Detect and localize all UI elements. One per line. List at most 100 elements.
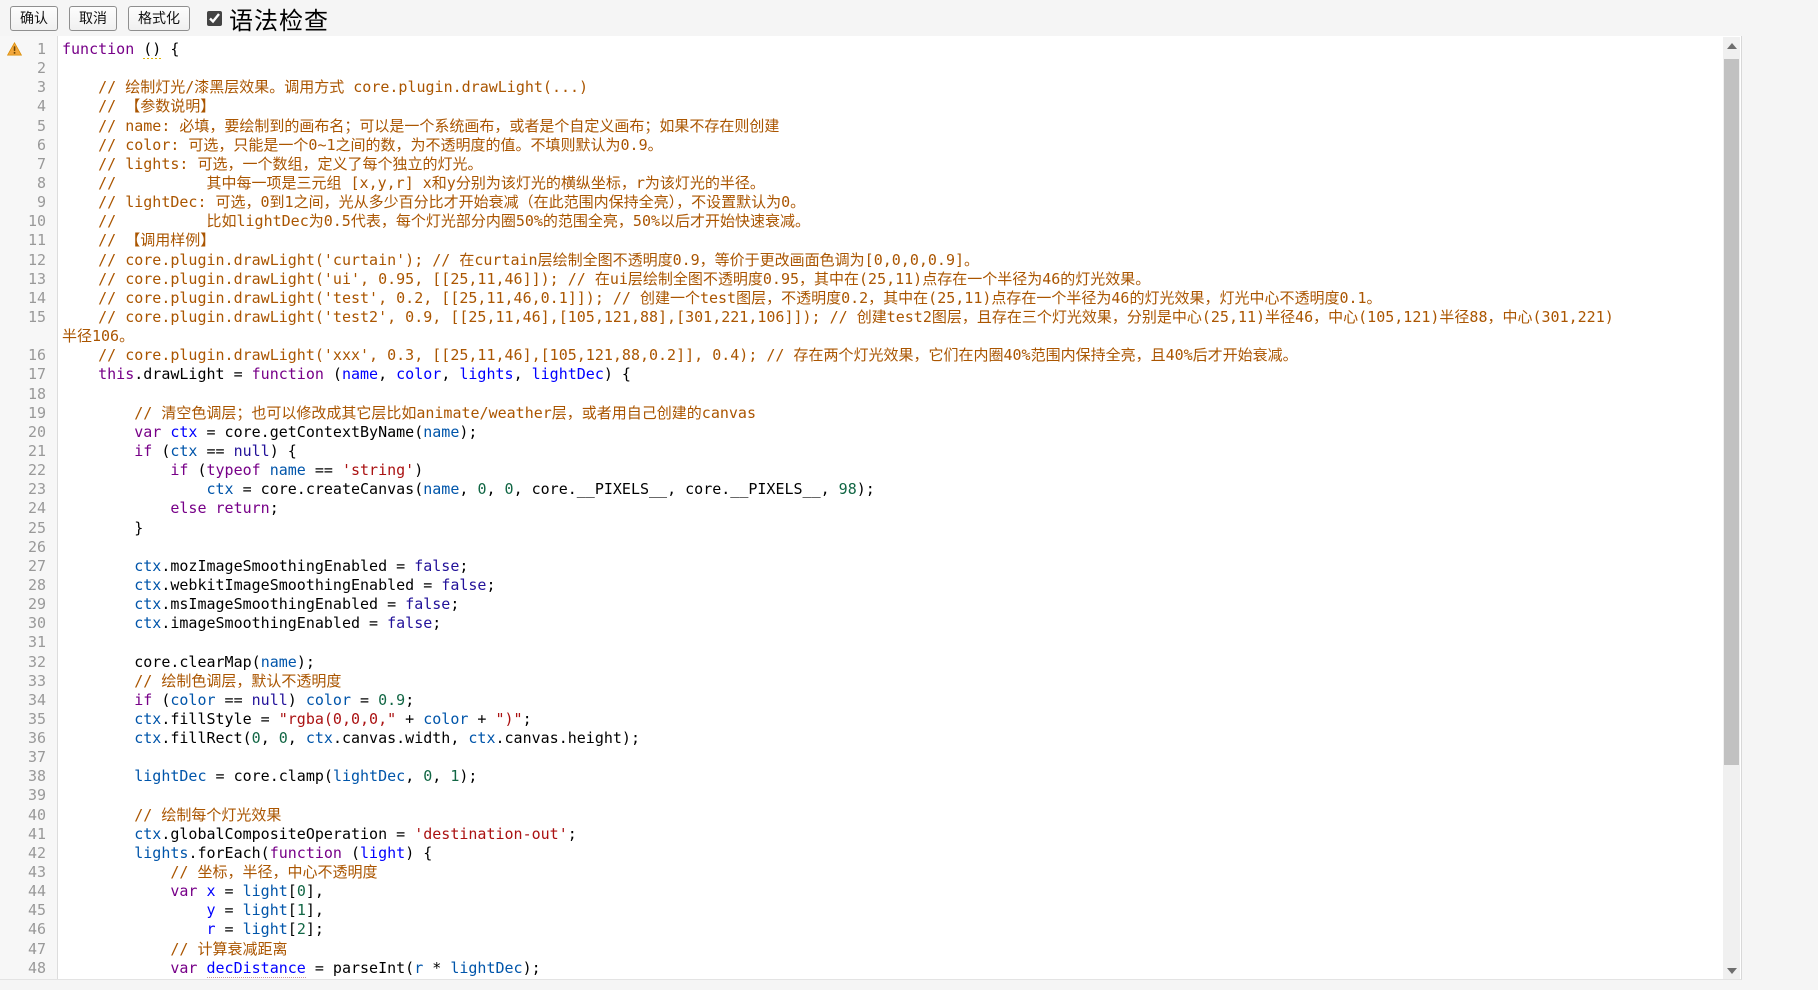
code-line-text: var decDistance = parseInt(r * lightDec)… xyxy=(58,959,1722,978)
code-line-text xyxy=(58,385,1722,404)
code-line[interactable]: 25 } xyxy=(0,519,1722,538)
syntax-check-label: 语法检查 xyxy=(229,1,329,36)
code-line[interactable]: 42 lights.forEach(function (light) { xyxy=(0,844,1722,863)
code-line[interactable]: 45 y = light[1], xyxy=(0,901,1722,920)
code-line[interactable]: 20 var ctx = core.getContextByName(name)… xyxy=(0,423,1722,442)
line-number: 4 xyxy=(0,97,58,116)
code-line[interactable]: 23 ctx = core.createCanvas(name, 0, 0, c… xyxy=(0,480,1722,499)
code-line[interactable]: 17 this.drawLight = function (name, colo… xyxy=(0,365,1722,384)
code-line[interactable]: 12 // core.plugin.drawLight('curtain'); … xyxy=(0,251,1722,270)
code-line-text: if (color == null) color = 0.9; xyxy=(58,691,1722,710)
line-number: 13 xyxy=(0,270,58,289)
code-line[interactable]: 41 ctx.globalCompositeOperation = 'desti… xyxy=(0,825,1722,844)
line-number: 8 xyxy=(0,174,58,193)
code-line-text: // 正方形区域的直径和左上角坐标 xyxy=(58,978,1722,980)
line-number: 34 xyxy=(0,691,58,710)
code-editor[interactable]: 1function () {23 // 绘制灯光/漆黑层效果。调用方式 core… xyxy=(0,36,1742,980)
line-number: 47 xyxy=(0,940,58,959)
code-line[interactable]: 27 ctx.mozImageSmoothingEnabled = false; xyxy=(0,557,1722,576)
code-line[interactable]: 49 // 正方形区域的直径和左上角坐标 xyxy=(0,978,1722,980)
code-line[interactable]: 24 else return; xyxy=(0,499,1722,518)
code-line-text: // 其中每一项是三元组 [x,y,r] x和y分别为该灯光的横纵坐标，r为该灯… xyxy=(58,174,1722,193)
code-line[interactable]: 33 // 绘制色调层，默认不透明度 xyxy=(0,672,1722,691)
code-line[interactable]: 7 // lights: 可选，一个数组，定义了每个独立的灯光。 xyxy=(0,155,1722,174)
line-number: 14 xyxy=(0,289,58,308)
code-line-text: // lights: 可选，一个数组，定义了每个独立的灯光。 xyxy=(58,155,1722,174)
code-line[interactable]: 22 if (typeof name == 'string') xyxy=(0,461,1722,480)
line-number: 45 xyxy=(0,901,58,920)
code-line-text: core.clearMap(name); xyxy=(58,653,1722,672)
toolbar: 确认 取消 格式化 语法检查 xyxy=(0,0,1818,36)
vertical-scrollbar[interactable] xyxy=(1723,37,1740,979)
code-line[interactable]: 48 var decDistance = parseInt(r * lightD… xyxy=(0,959,1722,978)
code-lines: 1function () {23 // 绘制灯光/漆黑层效果。调用方式 core… xyxy=(0,40,1722,980)
line-number: 44 xyxy=(0,882,58,901)
code-line[interactable]: 28 ctx.webkitImageSmoothingEnabled = fal… xyxy=(0,576,1722,595)
code-line[interactable]: 18 xyxy=(0,385,1722,404)
code-line[interactable]: 30 ctx.imageSmoothingEnabled = false; xyxy=(0,614,1722,633)
code-line[interactable]: 3 // 绘制灯光/漆黑层效果。调用方式 core.plugin.drawLig… xyxy=(0,78,1722,97)
code-line-text: this.drawLight = function (name, color, … xyxy=(58,365,1722,384)
line-number: 5 xyxy=(0,117,58,136)
code-line-text: // 绘制色调层，默认不透明度 xyxy=(58,672,1722,691)
code-line[interactable]: 9 // lightDec: 可选，0到1之间，光从多少百分比才开始衰减（在此范… xyxy=(0,193,1722,212)
code-line[interactable]: 4 // 【参数说明】 xyxy=(0,97,1722,116)
code-line[interactable]: 6 // color: 可选，只能是一个0~1之间的数，为不透明度的值。不填则默… xyxy=(0,136,1722,155)
code-line[interactable]: 26 xyxy=(0,538,1722,557)
code-line-text: y = light[1], xyxy=(58,901,1722,920)
code-line[interactable]: 36 ctx.fillRect(0, 0, ctx.canvas.width, … xyxy=(0,729,1722,748)
line-number: 48 xyxy=(0,959,58,978)
code-line[interactable]: 29 ctx.msImageSmoothingEnabled = false; xyxy=(0,595,1722,614)
scroll-up-arrow-icon[interactable] xyxy=(1723,37,1740,54)
code-line[interactable]: 1function () { xyxy=(0,40,1722,59)
syntax-check-checkbox[interactable] xyxy=(207,11,222,26)
line-number: 10 xyxy=(0,212,58,231)
code-line[interactable]: 44 var x = light[0], xyxy=(0,882,1722,901)
code-line[interactable]: 43 // 坐标，半径，中心不透明度 xyxy=(0,863,1722,882)
code-line[interactable]: 10 // 比如lightDec为0.5代表，每个灯光部分内圈50%的范围全亮，… xyxy=(0,212,1722,231)
code-line[interactable]: 11 // 【调用样例】 xyxy=(0,231,1722,250)
format-button[interactable]: 格式化 xyxy=(128,6,190,31)
code-line[interactable]: 15 // core.plugin.drawLight('test2', 0.9… xyxy=(0,308,1722,327)
code-line[interactable]: 31 xyxy=(0,633,1722,652)
code-line[interactable]: 13 // core.plugin.drawLight('ui', 0.95, … xyxy=(0,270,1722,289)
code-line[interactable]: 16 // core.plugin.drawLight('xxx', 0.3, … xyxy=(0,346,1722,365)
line-number: 9 xyxy=(0,193,58,212)
code-line[interactable]: 46 r = light[2]; xyxy=(0,920,1722,939)
scrollbar-thumb[interactable] xyxy=(1724,59,1739,765)
cancel-button[interactable]: 取消 xyxy=(69,6,117,31)
code-line-text: // 比如lightDec为0.5代表，每个灯光部分内圈50%的范围全亮，50%… xyxy=(58,212,1722,231)
code-line-text: // 绘制每个灯光效果 xyxy=(58,806,1722,825)
code-line[interactable]: 34 if (color == null) color = 0.9; xyxy=(0,691,1722,710)
code-line[interactable]: 40 // 绘制每个灯光效果 xyxy=(0,806,1722,825)
code-line[interactable]: 35 ctx.fillStyle = "rgba(0,0,0," + color… xyxy=(0,710,1722,729)
code-line[interactable]: 38 lightDec = core.clamp(lightDec, 0, 1)… xyxy=(0,767,1722,786)
line-number: 17 xyxy=(0,365,58,384)
code-line[interactable]: 14 // core.plugin.drawLight('test', 0.2,… xyxy=(0,289,1722,308)
code-line-text: // 【参数说明】 xyxy=(58,97,1722,116)
code-line[interactable]: 47 // 计算衰减距离 xyxy=(0,940,1722,959)
code-line[interactable]: 37 xyxy=(0,748,1722,767)
line-number: 16 xyxy=(0,346,58,365)
line-number: 6 xyxy=(0,136,58,155)
code-line-text: ctx.globalCompositeOperation = 'destinat… xyxy=(58,825,1722,844)
code-line[interactable]: 19 // 清空色调层；也可以修改成其它层比如animate/weather层，… xyxy=(0,404,1722,423)
code-line-text: ctx.imageSmoothingEnabled = false; xyxy=(58,614,1722,633)
line-number: 24 xyxy=(0,499,58,518)
warning-icon xyxy=(7,42,22,56)
code-line-text: // name: 必填，要绘制到的画布名；可以是一个系统画布，或者是个自定义画布… xyxy=(58,117,1722,136)
code-line[interactable]: 半径106。 xyxy=(0,327,1722,346)
code-line[interactable]: 21 if (ctx == null) { xyxy=(0,442,1722,461)
code-line-text xyxy=(58,786,1722,805)
code-line-text: var ctx = core.getContextByName(name); xyxy=(58,423,1722,442)
code-line[interactable]: 8 // 其中每一项是三元组 [x,y,r] x和y分别为该灯光的横纵坐标，r为… xyxy=(0,174,1722,193)
line-number: 22 xyxy=(0,461,58,480)
code-line-text: // 坐标，半径，中心不透明度 xyxy=(58,863,1722,882)
code-line[interactable]: 32 core.clearMap(name); xyxy=(0,653,1722,672)
code-line[interactable]: 5 // name: 必填，要绘制到的画布名；可以是一个系统画布，或者是个自定义… xyxy=(0,117,1722,136)
confirm-button[interactable]: 确认 xyxy=(10,6,58,31)
code-line[interactable]: 2 xyxy=(0,59,1722,78)
scroll-down-arrow-icon[interactable] xyxy=(1723,962,1740,979)
line-number: 19 xyxy=(0,404,58,423)
code-line[interactable]: 39 xyxy=(0,786,1722,805)
